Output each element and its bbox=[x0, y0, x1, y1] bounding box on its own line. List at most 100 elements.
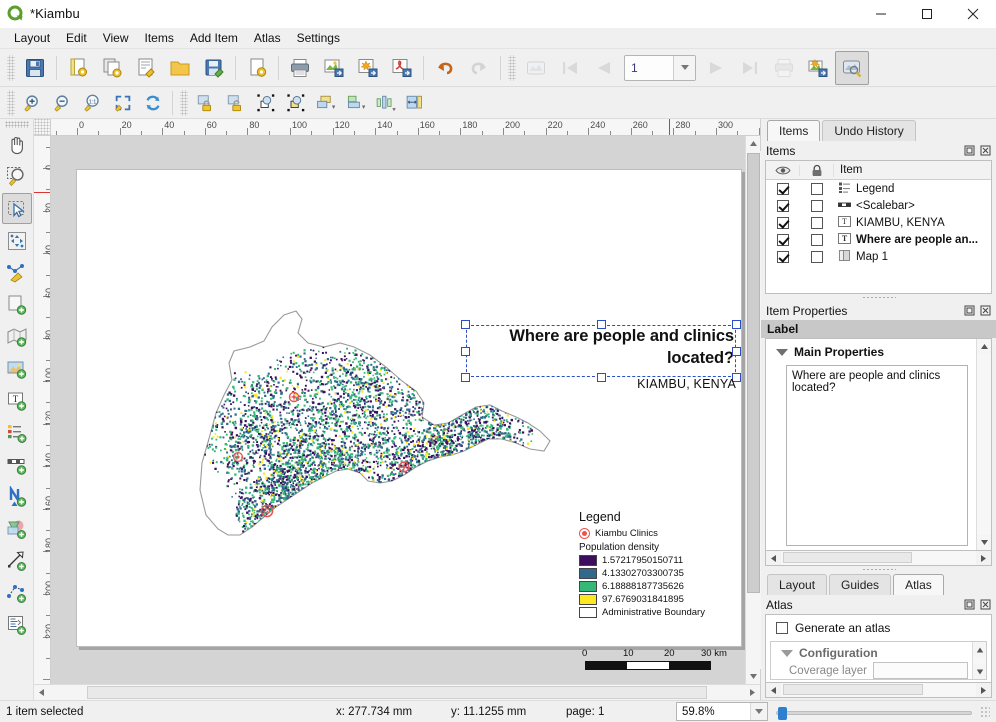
atlas-scroll-left-arrow[interactable] bbox=[766, 683, 781, 697]
table-row[interactable]: T Where are people an... bbox=[766, 231, 991, 248]
distribute-items-button[interactable] bbox=[371, 89, 401, 117]
zoom-one-to-one-button[interactable]: 1:1 bbox=[78, 89, 108, 117]
atlas-scroll-right-arrow[interactable] bbox=[976, 683, 991, 697]
menu-add-item[interactable]: Add Item bbox=[182, 29, 246, 48]
resize-handle-middle-right[interactable] bbox=[732, 347, 741, 356]
zoom-slider[interactable] bbox=[776, 703, 972, 721]
resize-handle-top-right[interactable] bbox=[732, 320, 741, 329]
zoom-level-combobox[interactable]: 59.8% bbox=[676, 702, 768, 721]
item-lock-checkbox[interactable] bbox=[811, 233, 823, 246]
ungroup-items-button[interactable] bbox=[281, 89, 311, 117]
atlas-page-dropdown[interactable] bbox=[673, 55, 695, 80]
layout-page[interactable]: Where are people and clinics located? KI… bbox=[76, 169, 742, 670]
float-dock-icon[interactable] bbox=[963, 304, 976, 317]
item-visibility-checkbox[interactable] bbox=[777, 216, 789, 229]
redo-button[interactable] bbox=[462, 51, 496, 85]
zoom-tool[interactable] bbox=[2, 161, 32, 192]
horizontal-ruler[interactable]: 0 20 40 60 80 100 120 140 160 180 200 220 240 260 280 3… bbox=[51, 119, 760, 136]
scroll-up-arrow[interactable] bbox=[745, 136, 761, 151]
undo-button[interactable] bbox=[428, 51, 462, 85]
atlas-first-button[interactable] bbox=[553, 51, 587, 85]
print-button[interactable] bbox=[283, 51, 317, 85]
add-legend-tool[interactable] bbox=[2, 417, 32, 448]
add-picture-tool[interactable] bbox=[2, 353, 32, 384]
item-visibility-checkbox[interactable] bbox=[777, 250, 789, 263]
tab-layout[interactable]: Layout bbox=[767, 574, 828, 595]
atlas-configuration-group[interactable]: Configuration bbox=[771, 642, 972, 662]
generate-atlas-row[interactable]: Generate an atlas bbox=[766, 615, 991, 641]
add-arrow-tool[interactable] bbox=[2, 545, 32, 576]
align-items-button[interactable] bbox=[341, 89, 371, 117]
table-row[interactable]: T KIAMBU, KENYA bbox=[766, 214, 991, 231]
tab-items[interactable]: Items bbox=[767, 120, 821, 141]
close-button[interactable] bbox=[950, 0, 996, 28]
atlas-toolbar-grip[interactable] bbox=[508, 54, 516, 81]
open-template-button[interactable] bbox=[163, 51, 197, 85]
layout-manager-button[interactable] bbox=[129, 51, 163, 85]
save-project-button[interactable] bbox=[18, 51, 52, 85]
close-dock-icon[interactable] bbox=[979, 598, 992, 611]
zoom-slider-handle[interactable] bbox=[778, 706, 787, 720]
atlas-scroll-down-arrow[interactable] bbox=[973, 664, 986, 679]
panel-splitter[interactable] bbox=[761, 294, 996, 301]
atlas-page-value[interactable]: 1 bbox=[625, 61, 673, 75]
raise-items-button[interactable] bbox=[311, 89, 341, 117]
label-item-subtitle[interactable]: KIAMBU, KENYA bbox=[547, 377, 736, 391]
item-lock-checkbox[interactable] bbox=[811, 182, 823, 195]
atlas-horizontal-scrollbar[interactable] bbox=[765, 683, 992, 698]
add-html-tool[interactable] bbox=[2, 609, 32, 640]
scroll-right-arrow[interactable] bbox=[745, 685, 760, 700]
item-lock-checkbox[interactable] bbox=[811, 216, 823, 229]
collapse-triangle-icon[interactable] bbox=[781, 649, 793, 657]
new-layout-button[interactable] bbox=[61, 51, 95, 85]
atlas-last-button[interactable] bbox=[733, 51, 767, 85]
props-hscroll-thumb[interactable] bbox=[783, 552, 912, 563]
group-items-button[interactable] bbox=[251, 89, 281, 117]
toolbar-grip[interactable] bbox=[7, 54, 15, 81]
layout-viewport[interactable]: Where are people and clinics located? KI… bbox=[51, 136, 745, 684]
menu-atlas[interactable]: Atlas bbox=[246, 29, 289, 48]
scalebar-item[interactable]: 0 10 20 30 km bbox=[582, 648, 730, 670]
atlas-page-spinner[interactable]: 1 bbox=[624, 54, 696, 81]
atlas-scroll-up-arrow[interactable] bbox=[973, 642, 986, 657]
unlock-items-button[interactable] bbox=[221, 89, 251, 117]
canvas-vertical-scrollbar[interactable] bbox=[745, 136, 761, 684]
props-scroll-down-arrow[interactable] bbox=[977, 535, 991, 550]
close-dock-icon[interactable] bbox=[979, 304, 992, 317]
atlas-next-button[interactable] bbox=[699, 51, 733, 85]
items-list-empty-space[interactable] bbox=[766, 265, 991, 293]
minimize-button[interactable] bbox=[858, 0, 904, 28]
resize-handle-top-center[interactable] bbox=[597, 320, 606, 329]
atlas-hscroll-thumb[interactable] bbox=[783, 684, 924, 695]
duplicate-layout-button[interactable] bbox=[95, 51, 129, 85]
zoom-slider-track[interactable] bbox=[776, 710, 972, 715]
scroll-left-arrow[interactable] bbox=[34, 685, 49, 700]
label-item-title[interactable]: Where are people and clinics located? bbox=[461, 320, 741, 382]
table-row[interactable]: <Scalebar> bbox=[766, 197, 991, 214]
main-properties-group[interactable]: Main Properties bbox=[766, 339, 976, 363]
resize-items-button[interactable] bbox=[401, 89, 431, 117]
move-item-content-tool[interactable] bbox=[2, 225, 32, 256]
item-lock-checkbox[interactable] bbox=[811, 250, 823, 263]
canvas-horizontal-scrollbar[interactable] bbox=[34, 684, 760, 700]
resize-handle-middle-left[interactable] bbox=[461, 347, 470, 356]
pan-layout-tool[interactable] bbox=[2, 129, 32, 160]
label-text-input[interactable]: Where are people and clinics located? bbox=[786, 365, 968, 546]
resize-grip[interactable] bbox=[980, 705, 990, 718]
layout-properties-button[interactable] bbox=[240, 51, 274, 85]
add-scalebar-tool[interactable] bbox=[2, 449, 32, 480]
atlas-hscroll-track[interactable] bbox=[781, 683, 976, 697]
scroll-down-arrow[interactable] bbox=[745, 669, 761, 684]
vertical-ruler[interactable]: 020406080100120140160180200220 bbox=[34, 136, 51, 684]
collapse-triangle-icon[interactable] bbox=[776, 348, 788, 356]
add-node-item-tool[interactable] bbox=[2, 577, 32, 608]
props-scroll-up-arrow[interactable] bbox=[977, 339, 991, 354]
close-dock-icon[interactable] bbox=[979, 144, 992, 157]
tab-atlas[interactable]: Atlas bbox=[893, 574, 944, 595]
menu-layout[interactable]: Layout bbox=[6, 29, 58, 48]
tab-guides[interactable]: Guides bbox=[829, 574, 892, 595]
atlas-vscroll-track[interactable] bbox=[973, 657, 986, 664]
atlas-vertical-scrollbar[interactable] bbox=[972, 642, 986, 679]
refresh-view-button[interactable] bbox=[138, 89, 168, 117]
atlas-export-image-button[interactable] bbox=[801, 51, 835, 85]
